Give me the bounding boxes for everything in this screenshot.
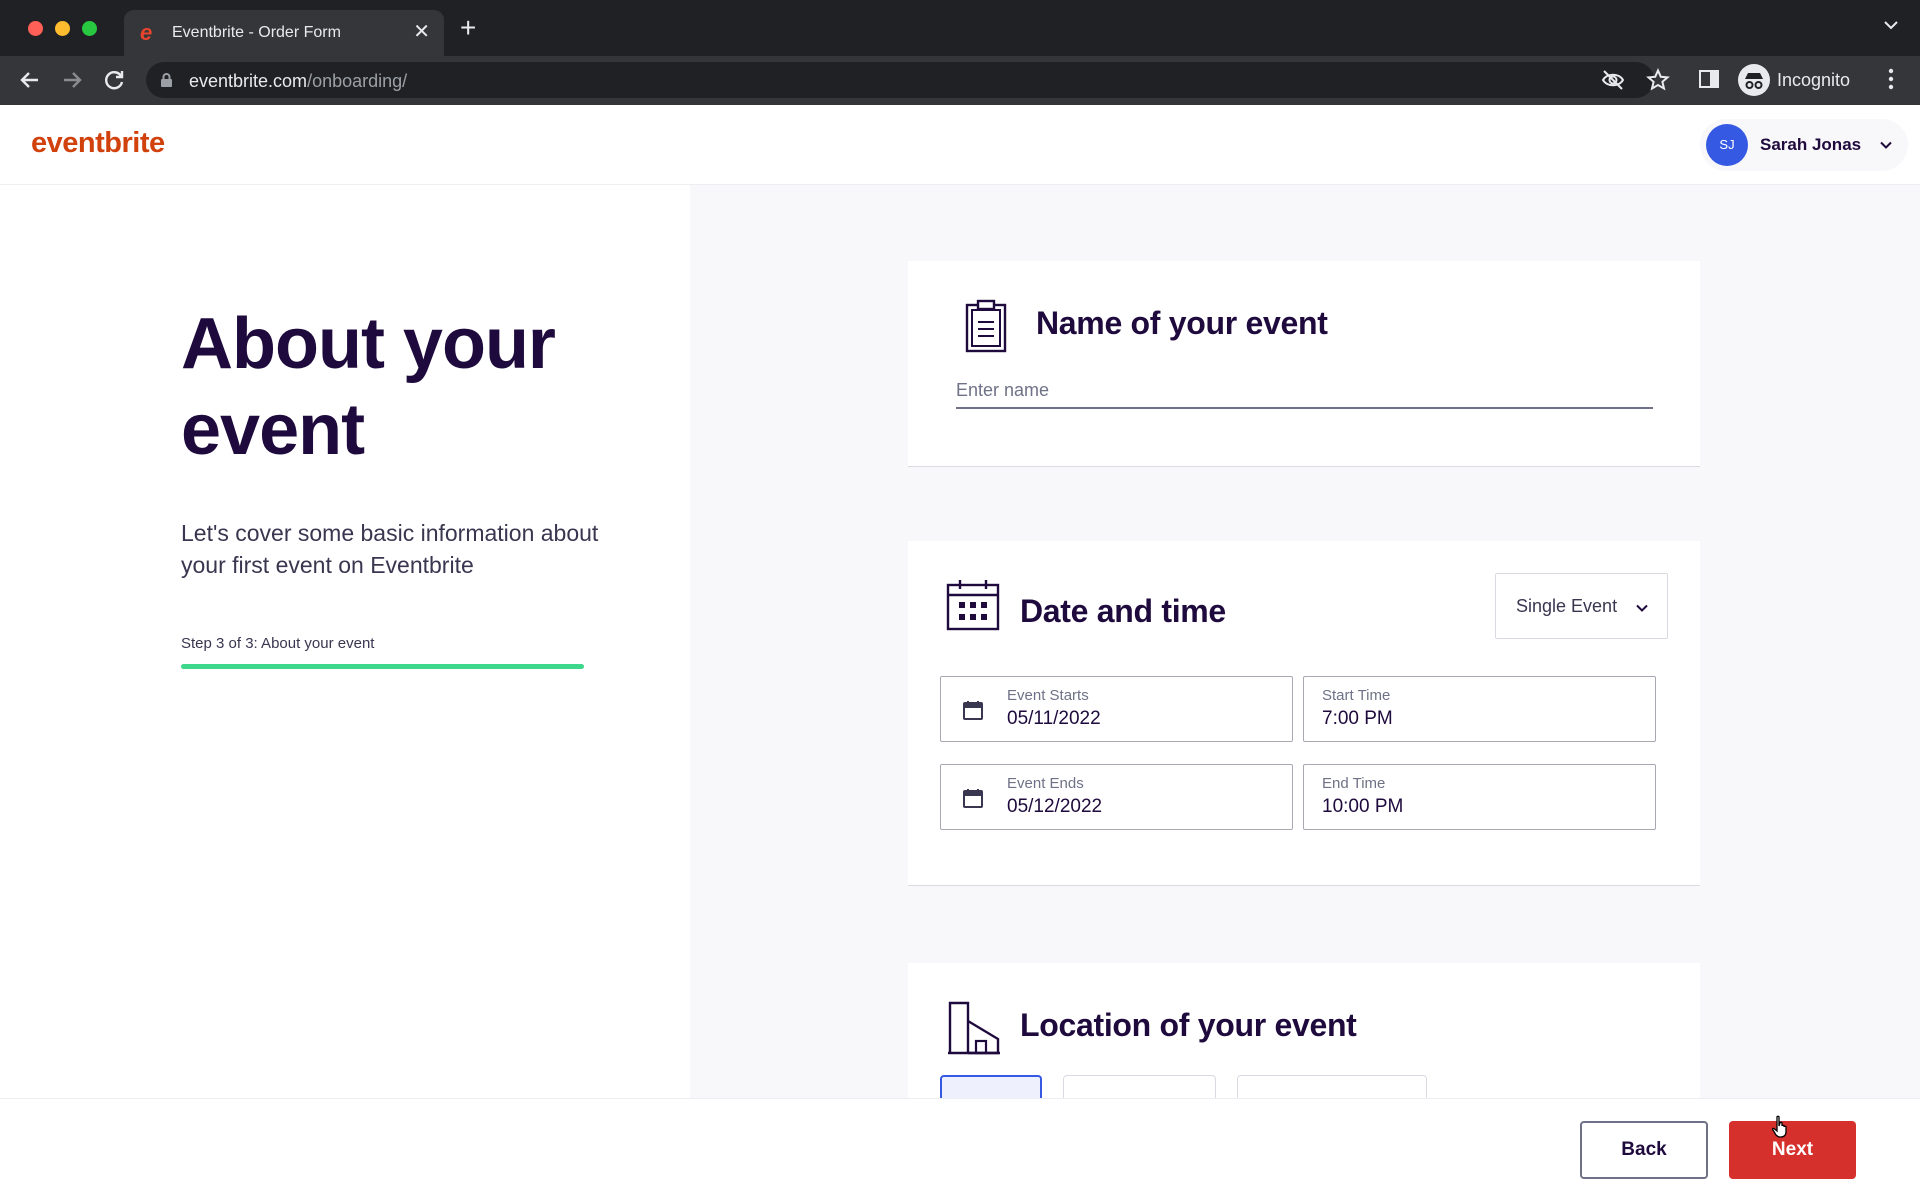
incognito-icon[interactable]	[1738, 64, 1770, 96]
user-name: Sarah Jonas	[1760, 135, 1862, 154]
calendar-small-icon	[963, 701, 983, 720]
browser-chrome: e Eventbrite - Order Form ✕ + eventbrite…	[0, 0, 1920, 105]
date-time-card: Date and time Single Event Event Starts …	[908, 541, 1700, 886]
calendar-icon	[946, 580, 1000, 631]
event-ends-field[interactable]: Event Ends 05/12/2022	[940, 764, 1293, 830]
event-starts-label: Event Starts	[1007, 687, 1089, 704]
eventbrite-favicon-icon: e	[140, 20, 153, 45]
step-progress-bar	[181, 664, 584, 669]
event-name-input[interactable]	[956, 373, 1653, 409]
reload-icon[interactable]	[100, 66, 128, 94]
end-time-label: End Time	[1322, 775, 1386, 792]
site-header: eventbrite SJ Sarah Jonas	[0, 105, 1920, 185]
minimize-window-button[interactable]	[55, 21, 70, 36]
start-time-value: 7:00 PM	[1322, 708, 1393, 729]
end-time-field[interactable]: End Time 10:00 PM	[1303, 764, 1656, 830]
avatar: SJ	[1706, 124, 1748, 166]
forward-arrow-icon[interactable]	[58, 66, 86, 94]
back-button[interactable]: Back	[1580, 1121, 1708, 1179]
chevron-down-icon	[1880, 141, 1892, 149]
tab-title: Eventbrite - Order Form	[172, 24, 341, 41]
menu-dots-icon[interactable]	[1888, 68, 1894, 90]
new-tab-button[interactable]: +	[460, 14, 476, 42]
intro-description: Let's cover some basic information about…	[181, 520, 599, 578]
start-time-label: Start Time	[1322, 687, 1391, 704]
incognito-label[interactable]: Incognito	[1777, 70, 1850, 91]
form-panel: Name of your event Date and time Single …	[690, 185, 1920, 1163]
step-progress-fill	[181, 664, 584, 669]
tab-search-chevron-icon[interactable]	[1884, 20, 1898, 30]
hand-cursor-icon	[1771, 1115, 1787, 1138]
date-time-title: Date and time	[1020, 593, 1226, 629]
lock-icon	[161, 73, 172, 87]
url-text: eventbrite.com/onboarding/	[189, 71, 408, 91]
browser-toolbar: eventbrite.com/onboarding/ Incognito	[0, 56, 1920, 105]
event-type-value: Single Event	[1516, 596, 1618, 616]
tab-close-icon[interactable]: ✕	[413, 21, 430, 43]
back-arrow-icon[interactable]	[16, 66, 44, 94]
event-starts-field[interactable]: Event Starts 05/11/2022	[940, 676, 1293, 742]
close-window-button[interactable]	[28, 21, 43, 36]
location-title: Location of your event	[1020, 1007, 1357, 1043]
form-footer: Back Next	[0, 1098, 1920, 1200]
browser-tab[interactable]: e Eventbrite - Order Form ✕	[124, 10, 444, 56]
address-bar[interactable]: eventbrite.com/onboarding/	[146, 62, 1670, 98]
calendar-small-icon	[963, 789, 983, 808]
user-menu-button[interactable]: SJ Sarah Jonas	[1700, 119, 1908, 171]
end-time-value: 10:00 PM	[1322, 796, 1404, 817]
chevron-down-icon	[1636, 604, 1648, 612]
building-icon	[948, 1001, 1000, 1055]
eventbrite-logo[interactable]: eventbrite	[31, 127, 165, 160]
maximize-window-button[interactable]	[82, 21, 97, 36]
clipboard-icon	[965, 299, 1007, 353]
page-title: About your event	[181, 304, 556, 470]
start-time-field[interactable]: Start Time 7:00 PM	[1303, 676, 1656, 742]
event-ends-value: 05/12/2022	[1007, 796, 1103, 817]
event-type-select[interactable]: Single Event	[1495, 573, 1668, 639]
intro-panel: About your event Let's cover some basic …	[0, 185, 690, 1098]
star-icon[interactable]	[1646, 68, 1670, 92]
step-label: Step 3 of 3: About your event	[181, 635, 375, 652]
next-button[interactable]: Next	[1729, 1121, 1856, 1179]
page-content: eventbrite SJ Sarah Jonas About your eve…	[0, 105, 1920, 1200]
event-name-card: Name of your event	[908, 261, 1700, 467]
tab-strip: e Eventbrite - Order Form ✕ +	[0, 0, 1920, 56]
event-starts-value: 05/11/2022	[1007, 708, 1101, 729]
eye-off-icon[interactable]	[1601, 69, 1625, 91]
sidebar-icon[interactable]	[1698, 68, 1720, 90]
event-name-title: Name of your event	[1036, 305, 1328, 341]
event-ends-label: Event Ends	[1007, 775, 1084, 792]
